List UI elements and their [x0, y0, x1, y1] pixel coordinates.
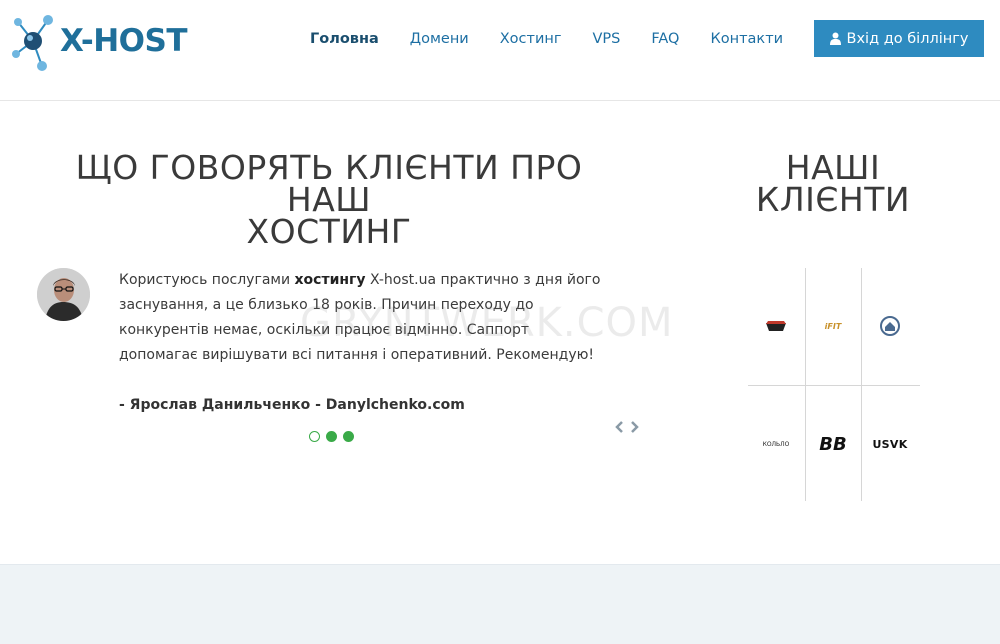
slider-dots [309, 431, 360, 442]
billing-login-label: Вхід до біллінгу [846, 30, 969, 47]
client-logo-cell[interactable] [862, 268, 918, 384]
testimonial-author: - Ярослав Данильченко - Danylchenko.com [119, 397, 465, 413]
brand-name: X-HOST [60, 23, 188, 59]
nav-item-home[interactable]: Головна [310, 31, 379, 47]
site-logo[interactable]: X-HOST [10, 8, 190, 74]
site-header: X-HOST Головна Домени Хостинг VPS FAQ Ко… [0, 0, 1000, 101]
client-badge-logo [766, 321, 786, 331]
client-usvk-logo: USVK [872, 437, 908, 451]
client-logo-cell[interactable]: КОЛЬЛО [748, 386, 804, 502]
user-icon [829, 32, 841, 45]
client-logo-cell[interactable]: BB [805, 386, 861, 502]
testimonial-avatar [37, 268, 90, 321]
slider-dot-1[interactable] [309, 431, 320, 442]
testimonial-text: Користуюсь послугами хостингу X-host.ua … [119, 268, 609, 368]
client-bb-logo: BB [819, 433, 847, 455]
client-house-logo [880, 316, 900, 336]
clients-title: НАШІ КЛІЄНТИ [740, 151, 926, 219]
testimonials-title: ЩО ГОВОРЯТЬ КЛІЄНТИ ПРО НАШ ХОСТИНГ [40, 151, 618, 251]
client-logo-cell[interactable]: iFIT [805, 268, 861, 384]
footer-band [0, 564, 1000, 644]
molecule-logo-icon [12, 15, 53, 71]
nav-item-vps[interactable]: VPS [592, 31, 620, 47]
client-ifit-logo: iFIT [824, 321, 842, 331]
nav-item-faq[interactable]: FAQ [651, 31, 679, 47]
testimonial-text-bold: хостингу [294, 272, 366, 288]
chevron-right-icon[interactable] [628, 419, 642, 435]
client-text-logo: КОЛЬЛО [762, 440, 790, 448]
chevron-left-icon[interactable] [612, 419, 626, 435]
slider-arrows [612, 419, 644, 435]
testimonial-text-start: Користуюсь послугами [119, 272, 295, 288]
client-logo-cell[interactable]: USVK [862, 386, 918, 502]
main-nav: Головна Домени Хостинг VPS FAQ Контакти [310, 20, 814, 57]
clients-grid: iFIT КОЛЬЛО BB USVK [748, 268, 920, 501]
slider-dot-2[interactable] [326, 431, 337, 442]
testimonials-title-line2: ХОСТИНГ [246, 212, 412, 251]
nav-item-hosting[interactable]: Хостинг [500, 31, 562, 47]
nav-item-domains[interactable]: Домени [410, 31, 469, 47]
nav-item-contacts[interactable]: Контакти [710, 31, 783, 47]
testimonials-title-line1: ЩО ГОВОРЯТЬ КЛІЄНТИ ПРО НАШ [75, 148, 583, 219]
clients-title-line2: КЛІЄНТИ [755, 180, 911, 219]
client-logo-cell[interactable] [748, 268, 804, 384]
slider-dot-3[interactable] [343, 431, 354, 442]
billing-login-button[interactable]: Вхід до біллінгу [814, 20, 984, 57]
